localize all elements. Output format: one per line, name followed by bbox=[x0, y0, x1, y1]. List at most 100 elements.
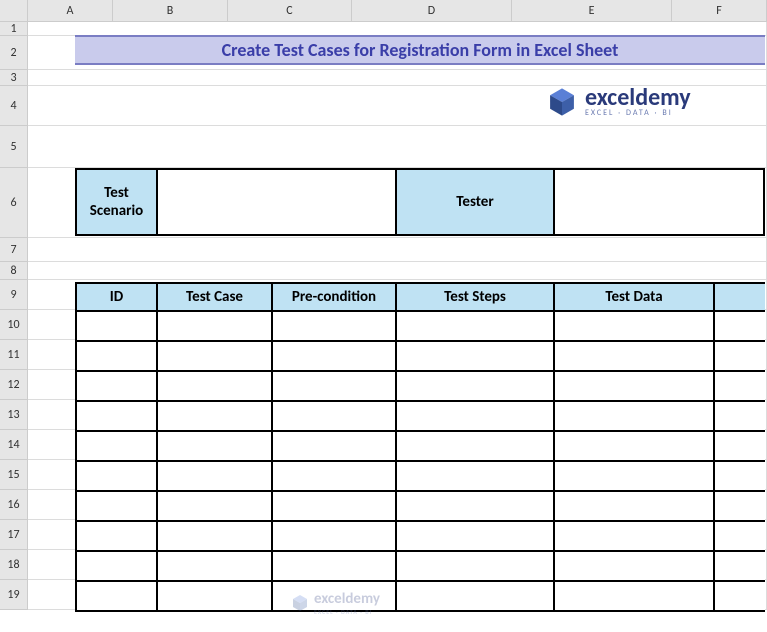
table-cell[interactable] bbox=[75, 462, 158, 492]
col-header-B[interactable]: B bbox=[113, 0, 228, 22]
row-header-5[interactable]: 5 bbox=[0, 126, 28, 168]
col-header-F[interactable]: F bbox=[672, 0, 767, 22]
table-cell[interactable] bbox=[75, 312, 158, 342]
select-all-corner[interactable] bbox=[0, 0, 28, 22]
col-header-D[interactable]: D bbox=[352, 0, 512, 22]
row-header-8[interactable]: 8 bbox=[0, 262, 28, 280]
table-cell[interactable] bbox=[715, 552, 765, 582]
col-header-C[interactable]: C bbox=[228, 0, 352, 22]
table-cell[interactable] bbox=[273, 402, 397, 432]
cell[interactable] bbox=[28, 22, 767, 36]
table-cell[interactable] bbox=[75, 522, 158, 552]
test-scenario-value[interactable] bbox=[158, 168, 397, 236]
table-cell[interactable] bbox=[273, 552, 397, 582]
table-cell[interactable] bbox=[555, 432, 715, 462]
row-header-4[interactable]: 4 bbox=[0, 86, 28, 126]
row-header-12[interactable]: 12 bbox=[0, 370, 28, 400]
table-cell[interactable] bbox=[273, 462, 397, 492]
table-cell[interactable] bbox=[397, 432, 555, 462]
table-cell[interactable] bbox=[397, 312, 555, 342]
table-cell[interactable] bbox=[158, 432, 273, 462]
row-header-13[interactable]: 13 bbox=[0, 400, 28, 430]
row-header-14[interactable]: 14 bbox=[0, 430, 28, 460]
watermark: exceldemy EXCEL · DATA · BI bbox=[290, 590, 380, 616]
table-cell[interactable] bbox=[555, 402, 715, 432]
table-cell[interactable] bbox=[75, 432, 158, 462]
table-cell[interactable] bbox=[555, 552, 715, 582]
table-cell[interactable] bbox=[75, 402, 158, 432]
table-cell[interactable] bbox=[397, 582, 555, 612]
table-cell[interactable] bbox=[715, 372, 765, 402]
table-cell[interactable] bbox=[158, 462, 273, 492]
table-cell[interactable] bbox=[715, 432, 765, 462]
table-row bbox=[75, 522, 765, 552]
table-cell[interactable] bbox=[158, 582, 273, 612]
col-header-A[interactable]: A bbox=[28, 0, 113, 22]
table-cell[interactable] bbox=[75, 552, 158, 582]
table-cell[interactable] bbox=[75, 372, 158, 402]
table-cell[interactable] bbox=[158, 522, 273, 552]
row-header-1[interactable]: 1 bbox=[0, 22, 28, 36]
table-cell[interactable] bbox=[158, 492, 273, 522]
table-cell[interactable] bbox=[715, 492, 765, 522]
table-row bbox=[75, 342, 765, 372]
row-header-7[interactable]: 7 bbox=[0, 238, 28, 262]
table-cell[interactable] bbox=[397, 402, 555, 432]
table-row bbox=[75, 582, 765, 612]
table-cell[interactable] bbox=[555, 462, 715, 492]
cell[interactable] bbox=[28, 126, 767, 168]
table-cell[interactable] bbox=[397, 522, 555, 552]
table-cell[interactable] bbox=[75, 342, 158, 372]
table-cell[interactable] bbox=[555, 492, 715, 522]
table-cell[interactable] bbox=[273, 372, 397, 402]
table-cell[interactable] bbox=[715, 402, 765, 432]
scenario-tester-block: Test Scenario Tester bbox=[75, 168, 765, 236]
table-cell[interactable] bbox=[715, 582, 765, 612]
table-cell[interactable] bbox=[273, 342, 397, 372]
table-cell[interactable] bbox=[397, 372, 555, 402]
table-cell[interactable] bbox=[555, 522, 715, 552]
table-cell[interactable] bbox=[75, 582, 158, 612]
table-cell[interactable] bbox=[555, 372, 715, 402]
row-header-11[interactable]: 11 bbox=[0, 340, 28, 370]
table-cell[interactable] bbox=[715, 312, 765, 342]
row-header-3[interactable]: 3 bbox=[0, 70, 28, 86]
table-cell[interactable] bbox=[397, 462, 555, 492]
row-header-15[interactable]: 15 bbox=[0, 460, 28, 490]
th-test-case: Test Case bbox=[158, 282, 273, 312]
table-cell[interactable] bbox=[273, 492, 397, 522]
table-cell[interactable] bbox=[158, 342, 273, 372]
row-header-2[interactable]: 2 bbox=[0, 36, 28, 70]
table-cell[interactable] bbox=[158, 402, 273, 432]
cell[interactable] bbox=[28, 238, 767, 262]
table-cell[interactable] bbox=[397, 492, 555, 522]
table-cell[interactable] bbox=[555, 312, 715, 342]
row-header-6[interactable]: 6 bbox=[0, 168, 28, 238]
test-table-body bbox=[75, 312, 765, 612]
row-header-19[interactable]: 19 bbox=[0, 580, 28, 610]
tester-value[interactable] bbox=[555, 168, 765, 236]
table-cell[interactable] bbox=[555, 582, 715, 612]
table-cell[interactable] bbox=[397, 342, 555, 372]
row-header-17[interactable]: 17 bbox=[0, 520, 28, 550]
row-header-9[interactable]: 9 bbox=[0, 280, 28, 310]
table-cell[interactable] bbox=[555, 342, 715, 372]
table-cell[interactable] bbox=[273, 312, 397, 342]
th-test-data: Test Data bbox=[555, 282, 715, 312]
table-cell[interactable] bbox=[273, 522, 397, 552]
table-cell[interactable] bbox=[158, 312, 273, 342]
table-cell[interactable] bbox=[158, 552, 273, 582]
table-cell[interactable] bbox=[273, 432, 397, 462]
col-header-E[interactable]: E bbox=[512, 0, 672, 22]
cell[interactable] bbox=[28, 262, 767, 280]
table-cell[interactable] bbox=[715, 462, 765, 492]
row-header-18[interactable]: 18 bbox=[0, 550, 28, 580]
table-cell[interactable] bbox=[715, 522, 765, 552]
table-cell[interactable] bbox=[75, 492, 158, 522]
brand-logo: exceldemy EXCEL · DATA · BI bbox=[545, 85, 691, 119]
row-header-10[interactable]: 10 bbox=[0, 310, 28, 340]
row-header-16[interactable]: 16 bbox=[0, 490, 28, 520]
table-cell[interactable] bbox=[397, 552, 555, 582]
table-cell[interactable] bbox=[715, 342, 765, 372]
table-cell[interactable] bbox=[158, 372, 273, 402]
